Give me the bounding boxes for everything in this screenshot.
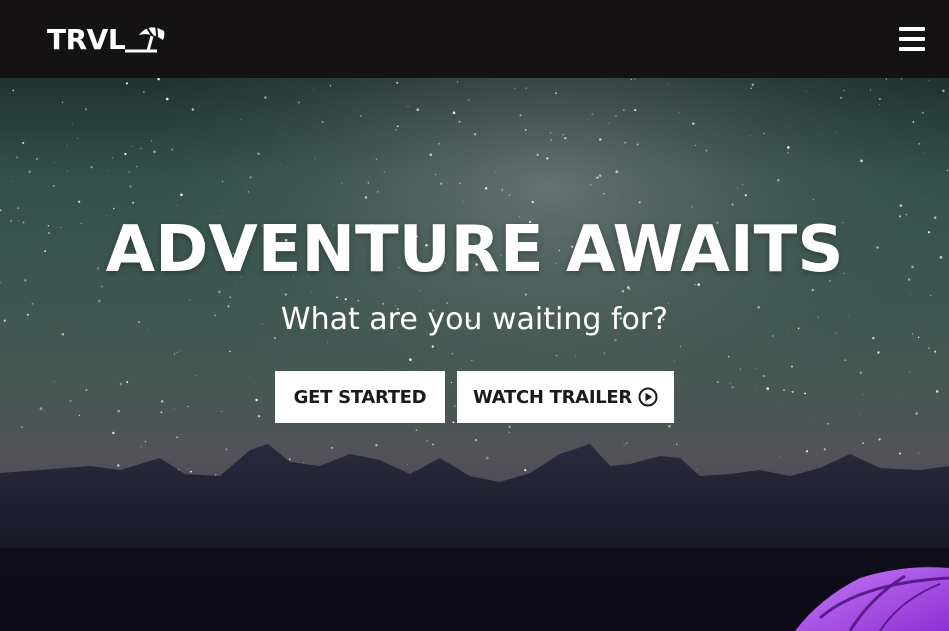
- watch-trailer-label: WATCH TRAILER: [473, 386, 632, 408]
- hamburger-menu-icon[interactable]: [899, 27, 925, 51]
- hero-title: ADVENTURE AWAITS: [105, 213, 844, 287]
- hero-subtitle: What are you waiting for?: [280, 302, 669, 337]
- logo-text: TRVL: [47, 22, 126, 56]
- hero-content: ADVENTURE AWAITS What are you waiting fo…: [0, 212, 949, 423]
- menu-bar: [899, 37, 925, 41]
- hero-section: ADVENTURE AWAITS What are you waiting fo…: [0, 78, 949, 631]
- logo-link[interactable]: TRVL: [47, 22, 167, 56]
- hero-buttons: GET STARTED WATCH TRAILER: [0, 371, 949, 423]
- play-circle-icon: [638, 387, 658, 407]
- beach-umbrella-icon: [125, 22, 167, 56]
- get-started-label: GET STARTED: [293, 386, 427, 408]
- watch-trailer-button[interactable]: WATCH TRAILER: [457, 371, 674, 423]
- get-started-button[interactable]: GET STARTED: [275, 371, 445, 423]
- menu-bar: [899, 47, 925, 51]
- navbar: TRVL: [0, 0, 949, 78]
- menu-bar: [899, 27, 925, 31]
